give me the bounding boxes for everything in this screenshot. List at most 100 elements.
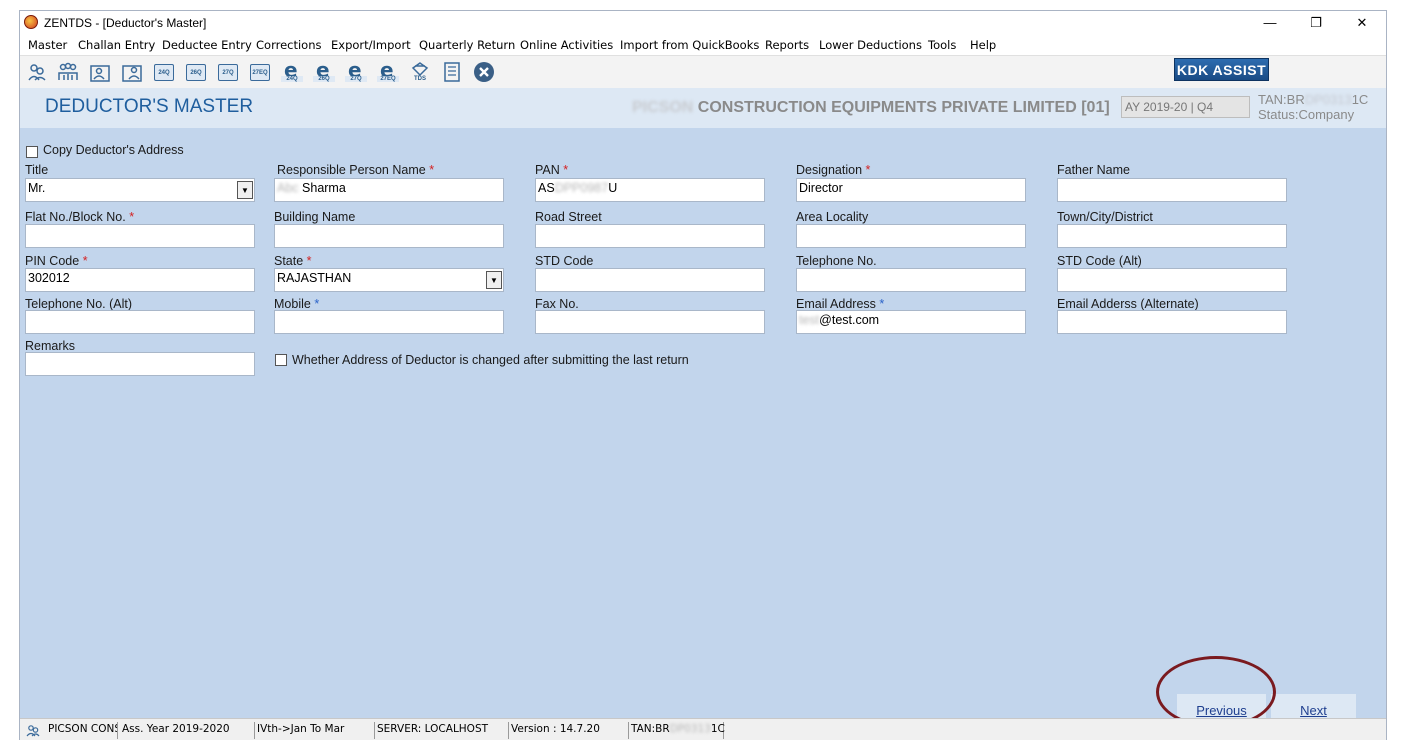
town-city-label: Town/City/District: [1057, 210, 1153, 224]
tan-redacted: DP0313: [1304, 92, 1352, 107]
form-27eq-icon[interactable]: 27EQ: [249, 61, 271, 83]
telephone-label: Telephone No.: [796, 254, 877, 268]
remarks-label: Remarks: [25, 339, 76, 353]
app-logo-icon: [24, 15, 38, 29]
title-bar: ZENTDS - [Deductor's Master] — ❐ ✕: [20, 11, 1386, 35]
required-mark: *: [129, 210, 135, 224]
menu-reports[interactable]: Reports: [765, 38, 809, 52]
mobile-field[interactable]: [274, 310, 504, 334]
copy-address-label: Copy Deductor's Address: [43, 143, 184, 157]
std-code-field[interactable]: [535, 268, 765, 292]
efile-27eq-icon[interactable]: e 27EQ: [377, 58, 399, 83]
tan-status: TAN:BRDP03131C Status:Company: [1258, 92, 1368, 122]
required-mark: *: [306, 254, 312, 268]
email-alt-label: Email Adderss (Alternate): [1057, 297, 1199, 311]
deductor-form: Copy Deductor's Address Title Mr. ▼ Resp…: [20, 128, 1386, 728]
title-select[interactable]: Mr. ▼: [25, 178, 255, 202]
designation-label: Designation *: [796, 163, 870, 177]
pan-prefix: AS: [538, 181, 555, 195]
menu-import-quickbooks[interactable]: Import from QuickBooks: [620, 38, 759, 52]
email-label: Email Address *: [796, 297, 884, 311]
fax-field[interactable]: [535, 310, 765, 334]
telephone-alt-label: Telephone No. (Alt): [25, 297, 133, 311]
status-tan-suffix: 1C: [710, 723, 725, 735]
close-button[interactable]: ✕: [1339, 11, 1385, 35]
fax-label: Fax No.: [535, 297, 579, 311]
efile-26q-icon[interactable]: e 26Q: [313, 58, 335, 83]
father-name-field[interactable]: [1057, 178, 1287, 202]
telephone-alt-field[interactable]: [25, 310, 255, 334]
building-name-field[interactable]: [274, 224, 504, 248]
state-value: RAJASTHAN: [277, 271, 352, 285]
pan-field[interactable]: ASDPP0987U: [535, 178, 765, 202]
efile-24q-icon[interactable]: e 24Q: [281, 58, 303, 83]
deductee-icon[interactable]: [57, 61, 79, 83]
page-header: DEDUCTOR'S MASTER PICSON CONSTRUCTION EQ…: [20, 88, 1386, 128]
email-redacted: test: [799, 313, 820, 327]
status-company: PICSON CONS: [46, 722, 118, 739]
menu-export-import[interactable]: Export/Import: [331, 38, 411, 52]
deductor-icon[interactable]: [26, 61, 48, 83]
std-code-alt-label: STD Code (Alt): [1057, 254, 1142, 268]
remarks-field[interactable]: [25, 352, 255, 376]
menu-master[interactable]: Master: [28, 38, 67, 52]
minimize-button[interactable]: —: [1247, 11, 1293, 35]
menu-help[interactable]: Help: [970, 38, 996, 52]
std-code-alt-field[interactable]: [1057, 268, 1287, 292]
calculator-icon[interactable]: [441, 61, 463, 83]
road-street-field[interactable]: [535, 224, 765, 248]
status-version: Version : 14.7.20: [509, 722, 629, 739]
state-label: State *: [274, 254, 312, 268]
required-mark: *: [429, 163, 435, 177]
email-alt-field[interactable]: [1057, 310, 1287, 334]
flat-no-label-text: Flat No./Block No.: [25, 210, 126, 224]
efile-27q-icon[interactable]: e 27Q: [345, 58, 367, 83]
state-select[interactable]: RAJASTHAN ▼: [274, 268, 504, 292]
std-code-label: STD Code: [535, 254, 594, 268]
title-value: Mr.: [28, 181, 46, 195]
kdk-assist-button[interactable]: KDK ASSIST: [1174, 58, 1269, 81]
email-field[interactable]: test@test.com: [796, 310, 1026, 334]
town-city-field[interactable]: [1057, 224, 1287, 248]
required-mark: *: [82, 254, 88, 268]
tan-suffix: 1C: [1351, 92, 1369, 107]
status-bar: PICSON CONS Ass. Year 2019-2020 IVth->Ja…: [20, 718, 1386, 740]
menu-corrections[interactable]: Corrections: [256, 38, 322, 52]
area-locality-field[interactable]: [796, 224, 1026, 248]
app-window: ZENTDS - [Deductor's Master] — ❐ ✕ Maste…: [19, 10, 1387, 740]
exit-icon[interactable]: [473, 61, 495, 83]
menu-online-activities[interactable]: Online Activities: [520, 38, 613, 52]
email-value: @test.com: [819, 313, 880, 327]
required-mark: *: [314, 297, 320, 311]
menu-tools[interactable]: Tools: [928, 38, 956, 52]
menu-deductee-entry[interactable]: Deductee Entry: [162, 38, 252, 52]
company-name-text: CONSTRUCTION EQUIPMENTS PRIVATE LIMITED …: [697, 99, 1110, 116]
chevron-down-icon[interactable]: ▼: [237, 181, 253, 199]
menu-quarterly-return[interactable]: Quarterly Return: [419, 38, 515, 52]
challan-icon[interactable]: [89, 61, 111, 83]
pin-code-label: PIN Code *: [25, 254, 88, 268]
restore-button[interactable]: ❐: [1293, 11, 1339, 35]
pin-code-field[interactable]: 302012: [25, 268, 255, 292]
telephone-field[interactable]: [796, 268, 1026, 292]
address-changed-label: Whether Address of Deductor is changed a…: [292, 353, 689, 367]
responsible-person-field[interactable]: Abc Sharma: [274, 178, 504, 202]
form-27q-icon[interactable]: 27Q: [217, 61, 239, 83]
form-26q-icon[interactable]: 26Q: [185, 61, 207, 83]
chevron-down-icon[interactable]: ▼: [486, 271, 502, 289]
building-name-label: Building Name: [274, 210, 356, 224]
flat-no-field[interactable]: [25, 224, 255, 248]
status-period: IVth->Jan To Mar: [255, 722, 375, 739]
status-tan: TAN:BRDP03131C: [629, 722, 725, 739]
designation-field[interactable]: Director: [796, 178, 1026, 202]
company-name: PICSON CONSTRUCTION EQUIPMENTS PRIVATE L…: [632, 99, 1110, 117]
menu-challan-entry[interactable]: Challan Entry: [78, 38, 155, 52]
form-24q-icon[interactable]: 24Q: [153, 61, 175, 83]
tds-icon[interactable]: TDS: [409, 61, 431, 83]
challan-alt-icon[interactable]: [121, 61, 143, 83]
copy-address-checkbox[interactable]: [26, 146, 38, 158]
father-name-label: Father Name: [1057, 163, 1130, 177]
menu-lower-deductions[interactable]: Lower Deductions: [819, 38, 922, 52]
address-changed-checkbox[interactable]: [275, 354, 287, 366]
responsible-person-label: Responsible Person Name *: [277, 163, 434, 177]
